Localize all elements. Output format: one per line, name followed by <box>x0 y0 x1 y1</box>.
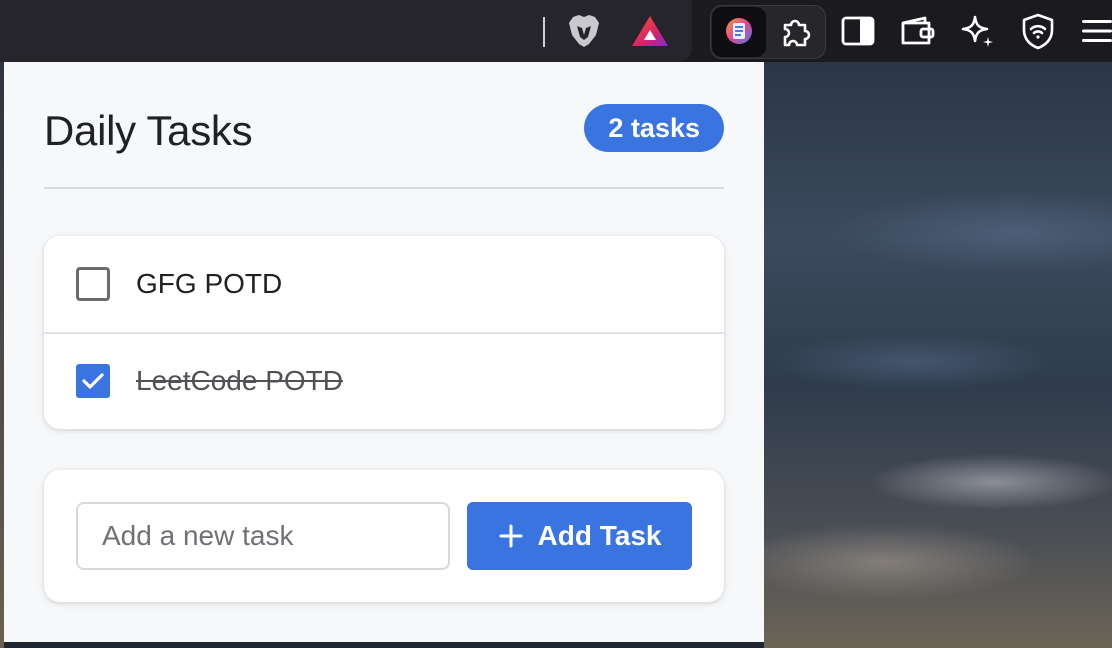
task-item[interactable]: GFG POTD <box>44 236 724 334</box>
toolbar-divider <box>543 17 545 47</box>
leo-ai-sparkle-icon[interactable] <box>958 10 998 52</box>
add-task-form: Add Task <box>44 470 724 602</box>
add-task-button[interactable]: Add Task <box>467 502 692 570</box>
task-checkbox[interactable] <box>76 267 110 301</box>
desktop-wallpaper <box>764 62 1112 648</box>
task-label: GFG POTD <box>136 268 283 299</box>
brave-rewards-triangle-icon[interactable] <box>630 10 670 52</box>
checkmark-icon <box>82 373 104 389</box>
popup-header: Daily Tasks 2 tasks <box>44 102 724 189</box>
daily-tasks-extension-icon[interactable] <box>719 10 759 52</box>
menu-icon[interactable] <box>1078 10 1112 52</box>
wallet-icon[interactable] <box>898 10 938 52</box>
daily-tasks-popup: Daily Tasks 2 tasks GFG POTD LeetCode PO… <box>4 62 764 642</box>
vpn-shield-icon[interactable] <box>1018 10 1058 52</box>
task-checkbox-checked[interactable] <box>76 364 110 398</box>
add-task-button-label: Add Task <box>537 520 662 551</box>
task-label: LeetCode POTD <box>136 365 343 396</box>
browser-toolbar <box>0 0 1112 62</box>
extensions-puzzle-icon[interactable] <box>777 10 817 52</box>
task-count-badge: 2 tasks <box>584 104 724 152</box>
task-list: GFG POTD LeetCode POTD <box>44 236 724 429</box>
new-task-input[interactable] <box>76 502 450 570</box>
popup-title: Daily Tasks <box>44 107 253 154</box>
brave-lion-icon[interactable] <box>564 10 604 52</box>
sidebar-icon[interactable] <box>838 10 878 52</box>
plus-icon <box>499 524 523 548</box>
task-item[interactable]: LeetCode POTD <box>44 333 724 429</box>
